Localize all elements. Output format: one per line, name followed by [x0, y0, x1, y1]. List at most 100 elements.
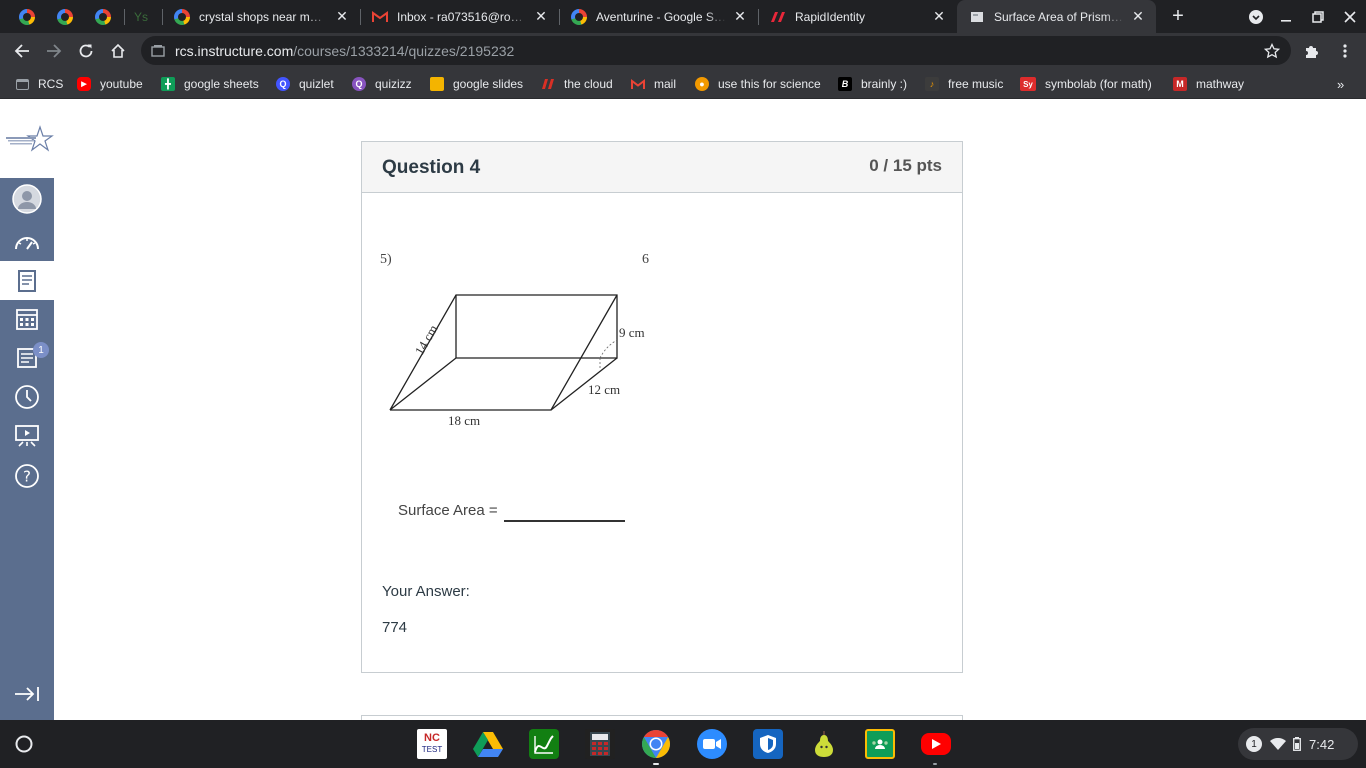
close-window-button[interactable] [1334, 0, 1366, 33]
url-host: rcs.instructure.com [175, 42, 294, 59]
music-icon: ♪ [925, 77, 939, 91]
close-icon [1344, 10, 1356, 23]
status-tray[interactable]: 1 7:42 [1238, 728, 1358, 760]
extensions-button[interactable] [1296, 35, 1328, 67]
bookmark-youtube[interactable]: ▶ youtube [77, 69, 143, 99]
app-youtube[interactable] [921, 733, 951, 755]
bookmark-label: quizizz [375, 77, 412, 91]
app-securly[interactable] [753, 729, 783, 759]
home-button[interactable] [102, 35, 134, 67]
bookmarks-bar: RCS ▶ youtube ╋ google sheets Qquizlet Qqu… [0, 69, 1366, 99]
app-chrome[interactable] [641, 729, 671, 759]
star-icon [1264, 43, 1280, 59]
quizlet-icon: Q [276, 77, 290, 91]
bookmark-label: RCS [38, 77, 64, 91]
app-zoom[interactable] [697, 729, 727, 759]
nav-calendar[interactable] [0, 300, 54, 338]
sheets-icon: ╋ [161, 77, 175, 91]
bookmark-symbolab[interactable]: Sy symbolab (for math) [1020, 69, 1152, 99]
browser-toolbar: rcs.instructure.com/courses/1333214/quiz… [0, 33, 1366, 69]
tab-search-button[interactable] [1240, 0, 1272, 33]
label-base: 18 cm [448, 413, 480, 428]
bookmarks-overflow-button[interactable]: » [1337, 69, 1344, 99]
pear-icon [815, 731, 833, 757]
nav-courses[interactable] [0, 261, 54, 300]
tab-crystal-shops[interactable]: crystal shops near me - Go ✕ [162, 0, 360, 33]
school-logo[interactable] [4, 125, 56, 155]
tab-inbox[interactable]: Inbox - ra073516@rock.k12 ✕ [360, 0, 559, 33]
address-bar[interactable]: rcs.instructure.com/courses/1333214/quiz… [141, 36, 1291, 65]
nav-dashboard[interactable] [0, 223, 54, 261]
question-header: Question 4 0 / 15 pts [362, 142, 962, 193]
bookmark-the-cloud[interactable]: the cloud [541, 69, 613, 99]
new-tab-button[interactable]: + [1162, 0, 1194, 33]
bookmark-label: free music [948, 77, 1004, 91]
nav-history[interactable] [0, 378, 54, 416]
tab-surface-area[interactable]: Surface Area of Prisms: A ✕ [957, 0, 1156, 33]
nav-collapse[interactable] [0, 675, 54, 713]
gmail-icon [372, 9, 388, 25]
launcher-button[interactable] [9, 729, 39, 759]
question-title: Question 4 [382, 157, 481, 178]
tab-youtube[interactable]: Ys [124, 0, 162, 33]
bookmark-mail[interactable]: mail [631, 69, 676, 99]
restore-icon [1312, 10, 1324, 23]
bookmark-brainly[interactable]: Bbrainly :) [838, 69, 907, 99]
folder-icon [16, 78, 29, 90]
tab-close-icon[interactable]: ✕ [732, 8, 748, 25]
tab-title: Surface Area of Prisms: A [994, 9, 1124, 24]
reload-button[interactable] [70, 35, 102, 67]
canvas-page-icon [969, 9, 985, 25]
app-google-classroom[interactable] [865, 729, 895, 759]
svg-text:?: ? [23, 468, 31, 486]
quizizz-icon: Q [352, 77, 366, 91]
bookmark-google-slides[interactable]: google slides [430, 69, 523, 99]
tab-aventurine[interactable]: Aventurine - Google Search ✕ [559, 0, 758, 33]
app-desmos[interactable] [529, 729, 559, 759]
launcher-icon [15, 735, 33, 753]
bookmark-google-sheets[interactable]: ╋ google sheets [161, 69, 259, 99]
youtube-icon [932, 739, 941, 749]
nav-help[interactable]: ? [0, 457, 54, 495]
app-nc-test[interactable]: NC TEST [417, 729, 447, 759]
label-slant: 14 cm [412, 322, 441, 357]
nav-account[interactable] [0, 180, 54, 218]
mathway-icon: M [1173, 77, 1187, 91]
tab-close-icon[interactable]: ✕ [334, 8, 350, 25]
avatar-icon [12, 184, 42, 214]
bookmark-quizizz[interactable]: Qquizizz [352, 69, 412, 99]
bookmark-science[interactable]: ● use this for science [695, 69, 821, 99]
pinned-tab-3[interactable] [84, 0, 122, 33]
minimize-button[interactable] [1270, 0, 1302, 33]
bookmark-quizlet[interactable]: Qquizlet [276, 69, 334, 99]
bookmark-mathway[interactable]: Mmathway [1173, 69, 1244, 99]
bookmark-free-music[interactable]: ♪ free music [925, 69, 1003, 99]
zoom-icon [703, 739, 721, 749]
reload-icon [79, 44, 93, 58]
tab-close-icon[interactable]: ✕ [931, 8, 947, 25]
forward-button[interactable] [38, 35, 70, 67]
pinned-tab-2[interactable] [46, 0, 84, 33]
tab-rapididentity[interactable]: RapidIdentity ✕ [758, 0, 957, 33]
app-pear-deck[interactable] [809, 729, 839, 759]
page-info-icon[interactable] [151, 44, 165, 58]
menu-button[interactable] [1329, 35, 1361, 67]
nav-inbox[interactable]: 1 [0, 339, 54, 377]
bookmark-label: the cloud [564, 77, 613, 91]
bookmark-label: youtube [100, 77, 143, 91]
tab-title: RapidIdentity [795, 9, 866, 24]
restore-button[interactable] [1302, 0, 1334, 33]
app-calculator[interactable] [585, 729, 615, 759]
tab-close-icon[interactable]: ✕ [533, 8, 549, 25]
bookmark-rcs[interactable]: RCS [16, 69, 63, 99]
back-button[interactable] [6, 35, 38, 67]
battery-icon [1293, 737, 1301, 751]
courses-icon [18, 269, 36, 292]
nav-studio[interactable] [0, 417, 54, 455]
pinned-tab-1[interactable] [8, 0, 46, 33]
app-google-drive[interactable] [473, 729, 503, 759]
tab-close-icon[interactable]: ✕ [1130, 8, 1146, 25]
label-depth: 12 cm [588, 382, 620, 397]
classroom-icon [870, 736, 890, 752]
bookmark-star-button[interactable] [1256, 35, 1288, 67]
